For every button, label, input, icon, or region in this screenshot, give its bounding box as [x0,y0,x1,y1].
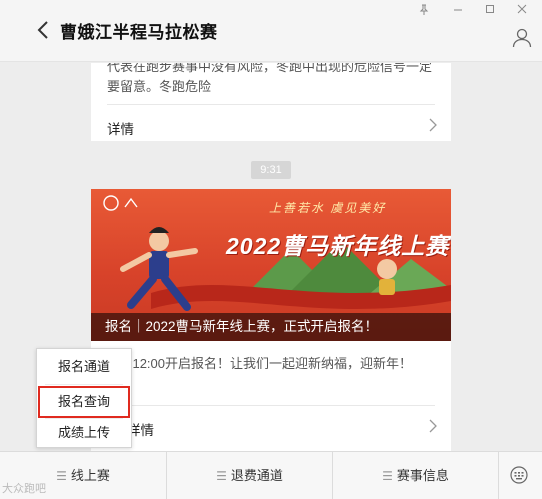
divider [45,384,123,385]
close-icon[interactable] [514,4,530,18]
chevron-right-icon [429,118,437,132]
menu-tab-label: 赛事信息 [396,468,449,483]
submenu-item-registration-query[interactable]: 报名查询 [38,386,130,418]
menu-tab-label: 退费通道 [230,468,283,483]
divider [107,405,435,406]
menu-icon: ☰ [56,469,67,483]
article-card[interactable]: 上善若水 虞见美好 2022曹马新年线上赛 报名｜2022曹马新年线上赛，正式开… [91,189,451,451]
submenu-popup: 报名通道 报名查询 成绩上传 [36,348,132,448]
chevron-right-icon [429,419,437,433]
submenu-item-registration[interactable]: 报名通道 [37,351,131,383]
menu-tab-event-info[interactable]: ☰ 赛事信息 [332,452,498,499]
watermark: 大众跑吧 [2,483,46,495]
menu-icon: ☰ [216,469,227,483]
maximize-icon[interactable] [482,4,498,18]
menu-tab-label: 线上赛 [70,468,110,483]
article-banner-image[interactable]: 上善若水 虞见美好 2022曹马新年线上赛 报名｜2022曹马新年线上赛，正式开… [91,189,451,341]
article-title[interactable]: 报名｜2022曹马新年线上赛，正式开启报名！ [91,313,451,341]
detail-link[interactable]: 详情 [107,118,134,138]
article-summary: 代表在跑步赛事中没有风险，冬跑中出现的危险信号一定要留意。冬跑危险 [107,63,433,94]
chevron-left-icon[interactable] [36,20,50,40]
timestamp: 9:31 [251,161,291,179]
pin-icon[interactable] [416,4,432,18]
divider [107,104,435,105]
banner-slogan: 上善若水 虞见美好 [269,201,387,215]
title-bar: 曹娥江半程马拉松赛 [0,0,542,62]
banner-headline: 2022曹马新年线上赛 [226,233,450,259]
chat-title: 曹娥江半程马拉松赛 [60,23,218,42]
article-card[interactable]: 代表在跑步赛事中没有风险，冬跑中出现的危险信号一定要留意。冬跑危险 详情 [91,63,451,141]
menu-icon: ☰ [382,469,393,483]
minimize-icon[interactable] [450,4,466,18]
menu-tab-refund[interactable]: ☰ 退费通道 [166,452,332,499]
article-summary: 15日12:00开启报名！让我们一起迎新纳福，迎新年！ [105,356,412,371]
keyboard-icon[interactable] [510,466,528,484]
submenu-item-results-upload[interactable]: 成绩上传 [37,417,131,449]
user-icon[interactable] [512,28,532,48]
bottom-menu: ☰ 线上赛 ☰ 退费通道 ☰ 赛事信息 [0,451,542,499]
